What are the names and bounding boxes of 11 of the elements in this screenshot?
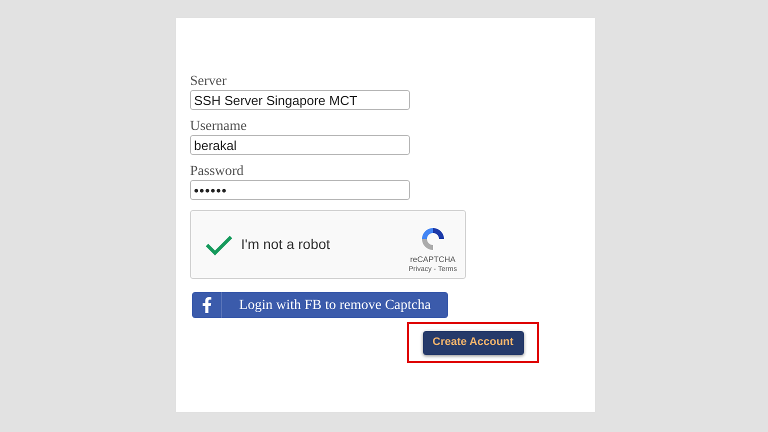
input-field[interactable]: SSH Server Singapore MCT [190, 90, 410, 110]
recaptcha-brand: reCAPTCHA [410, 255, 456, 265]
field-label: Password [190, 164, 245, 180]
field-label: Username [190, 119, 248, 135]
create-account-button[interactable]: Create Account [422, 330, 524, 354]
input-field[interactable]: berakal [190, 135, 410, 155]
input-field[interactable]: •••••• [190, 180, 410, 200]
captcha-label: I'm not a robot [241, 235, 330, 254]
facebook-login-button[interactable]: Login with FB to remove Captcha [192, 292, 448, 318]
field-label: Server [190, 74, 228, 90]
checkmark-icon [205, 234, 233, 256]
